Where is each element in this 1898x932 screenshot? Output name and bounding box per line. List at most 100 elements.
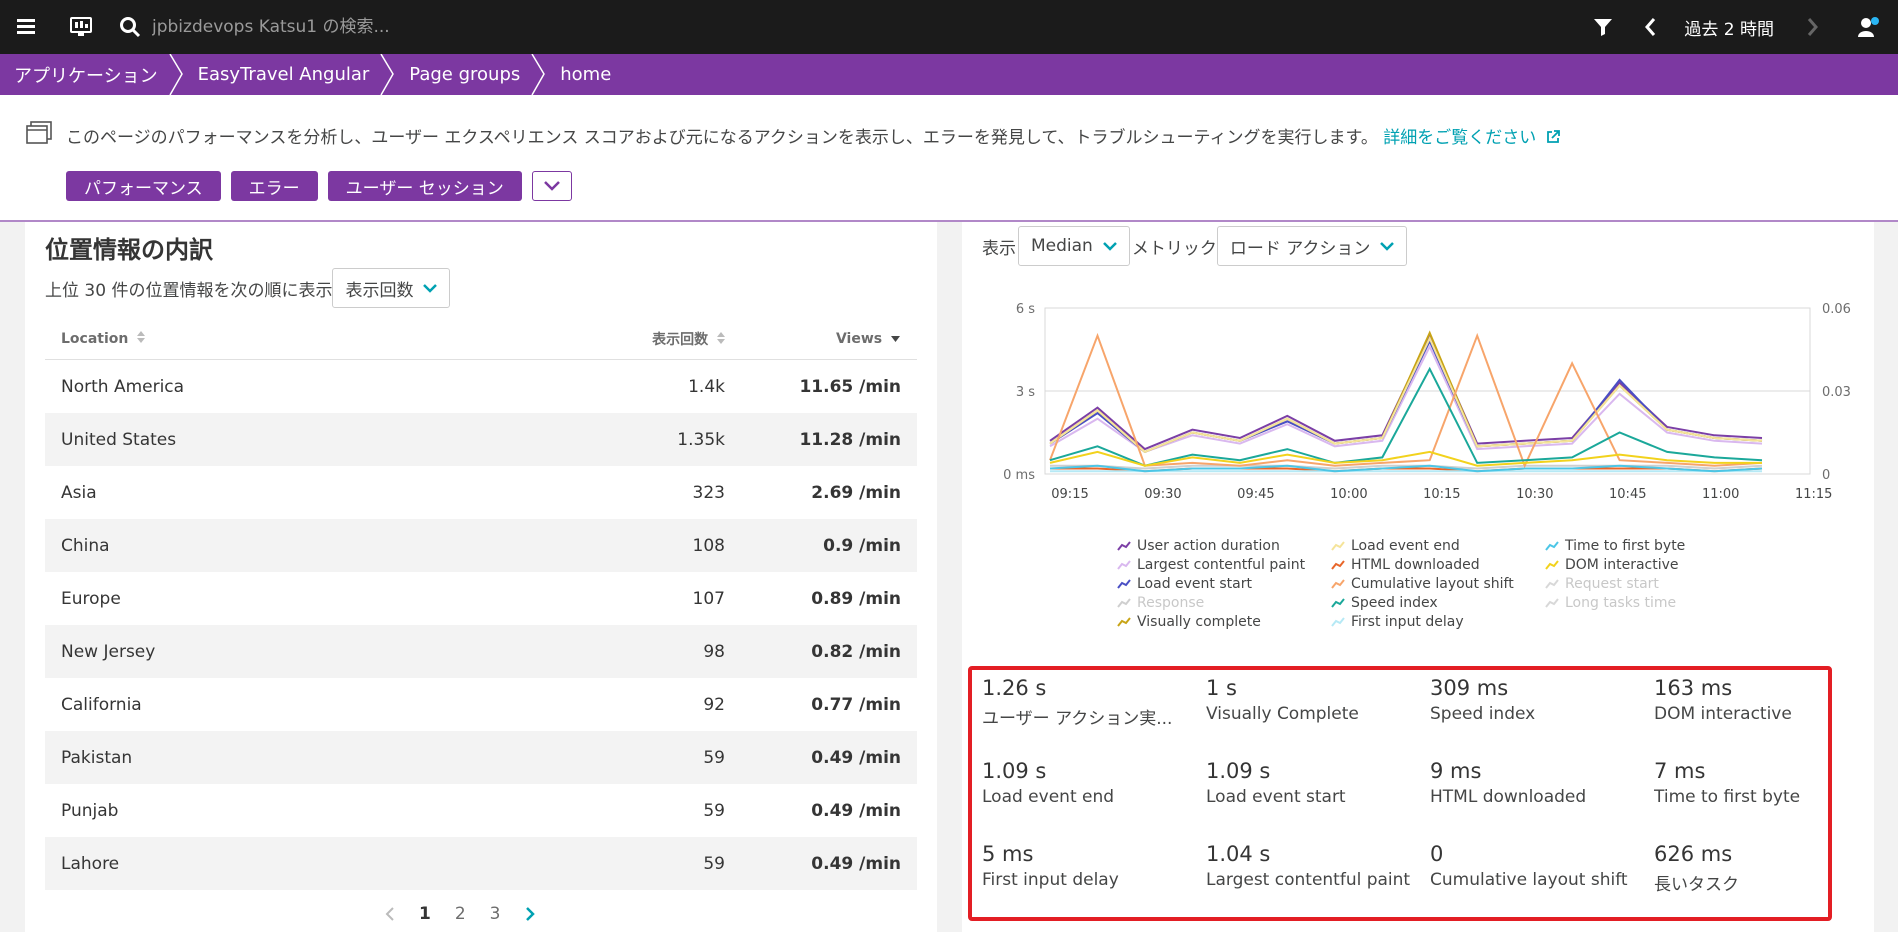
tab-bar: パフォーマンス エラー ユーザー セッション bbox=[66, 171, 572, 201]
chevron-right-icon[interactable] bbox=[525, 906, 535, 922]
legend-item[interactable]: Visually complete bbox=[1117, 612, 1331, 631]
pagination: 1 2 3 bbox=[385, 904, 535, 924]
breadcrumb-item-applications[interactable]: アプリケーション bbox=[0, 54, 168, 95]
legend-swatch-icon bbox=[1117, 578, 1131, 589]
series-line bbox=[1049, 344, 1763, 454]
cell-views: 108 bbox=[692, 535, 725, 556]
external-link-icon[interactable] bbox=[1546, 130, 1560, 144]
chevron-down-icon bbox=[1102, 241, 1117, 251]
column-header-views-count[interactable]: 表示回数 bbox=[505, 329, 725, 349]
breadcrumb-separator-icon bbox=[168, 54, 183, 95]
chevron-left-icon[interactable] bbox=[385, 906, 395, 922]
breadcrumb-item-application[interactable]: EasyTravel Angular bbox=[184, 54, 380, 95]
column-header-location[interactable]: Location bbox=[45, 330, 505, 347]
aggregation-select[interactable]: Median bbox=[1018, 226, 1130, 266]
page-1[interactable]: 1 bbox=[419, 904, 431, 924]
cell-rate: 0.89 /min bbox=[811, 588, 901, 609]
search-icon[interactable] bbox=[108, 0, 152, 54]
legend-item[interactable]: First input delay bbox=[1331, 612, 1545, 631]
metric-tile[interactable]: 626 ms 長いタスク bbox=[1654, 842, 1874, 895]
metric-tile[interactable]: 1.26 s ユーザー アクション実... bbox=[982, 676, 1202, 729]
metric-tile[interactable]: 0 Cumulative layout shift bbox=[1430, 842, 1650, 890]
x-tick-label: 10:15 bbox=[1423, 487, 1460, 498]
table-row[interactable]: China 108 0.9 /min bbox=[45, 519, 917, 572]
filter-icon[interactable] bbox=[1576, 0, 1630, 54]
metric-tile[interactable]: 1.04 s Largest contentful paint bbox=[1206, 842, 1426, 890]
tab-performance[interactable]: パフォーマンス bbox=[66, 171, 221, 201]
table-row[interactable]: California 92 0.77 /min bbox=[45, 678, 917, 731]
learn-more-link[interactable]: 詳細をご覧ください bbox=[1383, 128, 1536, 148]
metric-tile[interactable]: 5 ms First input delay bbox=[982, 842, 1202, 890]
table-row[interactable]: North America 1.4k 11.65 /min bbox=[45, 360, 917, 413]
tab-user-sessions[interactable]: ユーザー セッション bbox=[327, 171, 522, 201]
table-row[interactable]: Lahore 59 0.49 /min bbox=[45, 837, 917, 890]
legend-label: Cumulative layout shift bbox=[1351, 575, 1514, 592]
metric-value: 1.26 s bbox=[982, 676, 1047, 700]
metric-value: 9 ms bbox=[1430, 759, 1482, 783]
legend-item[interactable]: Request start bbox=[1545, 574, 1759, 593]
page-2[interactable]: 2 bbox=[455, 904, 466, 924]
page-header: このページのパフォーマンスを分析し、ユーザー エクスペリエンス スコアおよび元に… bbox=[0, 95, 1898, 222]
legend-label: Speed index bbox=[1351, 594, 1438, 611]
metric-tile[interactable]: 163 ms DOM interactive bbox=[1654, 676, 1874, 724]
metric-tile[interactable]: 1.09 s Load event start bbox=[1206, 759, 1426, 807]
cell-rate: 0.49 /min bbox=[811, 853, 901, 874]
legend-swatch-icon bbox=[1331, 559, 1345, 570]
performance-chart[interactable]: 6 s 3 s 0 ms 0.06 0.03 0 09:15 09:30 09:45 10:00 1… bbox=[962, 298, 1874, 498]
y2-tick-label: 0.06 bbox=[1822, 302, 1851, 317]
legend-item[interactable]: Time to first byte bbox=[1545, 536, 1759, 555]
legend-item[interactable]: Cumulative layout shift bbox=[1331, 574, 1545, 593]
column-header-views-rate[interactable]: Views bbox=[725, 331, 917, 347]
x-tick-label: 10:00 bbox=[1330, 487, 1367, 498]
cell-location: Asia bbox=[61, 482, 97, 503]
cell-rate: 11.28 /min bbox=[799, 429, 901, 450]
legend-item[interactable]: User action duration bbox=[1117, 536, 1331, 555]
chevron-right-icon[interactable] bbox=[1788, 0, 1838, 54]
cell-views: 59 bbox=[703, 800, 725, 821]
sort-select[interactable]: 表示回数 bbox=[332, 268, 451, 308]
legend-item[interactable]: Largest contentful paint bbox=[1117, 555, 1331, 574]
more-tabs-button[interactable] bbox=[531, 171, 572, 201]
legend-item[interactable]: HTML downloaded bbox=[1331, 555, 1545, 574]
table-row[interactable]: United States 1.35k 11.28 /min bbox=[45, 413, 917, 466]
legend-item[interactable]: Load event end bbox=[1331, 536, 1545, 555]
metric-label: 長いタスク bbox=[1654, 875, 1739, 895]
page-3[interactable]: 3 bbox=[490, 904, 501, 924]
legend-item[interactable]: Speed index bbox=[1331, 593, 1545, 612]
table-row[interactable]: New Jersey 98 0.82 /min bbox=[45, 625, 917, 678]
metric-tile[interactable]: 309 ms Speed index bbox=[1430, 676, 1650, 724]
timeframe-selector[interactable]: 過去 2 時間 bbox=[1670, 15, 1788, 40]
tab-errors[interactable]: エラー bbox=[230, 171, 318, 201]
table-row[interactable]: Europe 107 0.89 /min bbox=[45, 572, 917, 625]
menu-icon[interactable] bbox=[0, 0, 54, 54]
series-line bbox=[1049, 338, 1763, 454]
cell-location: California bbox=[61, 694, 142, 715]
chevron-down-icon bbox=[423, 283, 438, 293]
cell-location: North America bbox=[61, 376, 185, 397]
legend-item[interactable]: DOM interactive bbox=[1545, 555, 1759, 574]
user-icon[interactable] bbox=[1838, 0, 1898, 54]
cell-rate: 0.82 /min bbox=[811, 641, 901, 662]
legend-swatch-icon bbox=[1117, 616, 1131, 627]
metric-tile[interactable]: 9 ms HTML downloaded bbox=[1430, 759, 1650, 807]
legend-item[interactable]: Long tasks time bbox=[1545, 593, 1759, 612]
legend-label: Visually complete bbox=[1137, 613, 1261, 630]
metric-tile[interactable]: 1 s Visually Complete bbox=[1206, 676, 1426, 724]
legend-swatch-icon bbox=[1545, 559, 1559, 570]
search-input[interactable] bbox=[152, 17, 852, 37]
metric-label: Cumulative layout shift bbox=[1430, 870, 1628, 890]
x-tick-label: 10:45 bbox=[1609, 487, 1646, 498]
metric-tile[interactable]: 7 ms Time to first byte bbox=[1654, 759, 1874, 807]
table-row[interactable]: Asia 323 2.69 /min bbox=[45, 466, 917, 519]
cell-location: Punjab bbox=[61, 800, 119, 821]
metric-select[interactable]: ロード アクション bbox=[1216, 226, 1408, 266]
table-row[interactable]: Punjab 59 0.49 /min bbox=[45, 784, 917, 837]
chevron-left-icon[interactable] bbox=[1630, 0, 1670, 54]
cell-views: 107 bbox=[692, 588, 725, 609]
breadcrumb-item-page-groups[interactable]: Page groups bbox=[395, 54, 530, 95]
table-row[interactable]: Pakistan 59 0.49 /min bbox=[45, 731, 917, 784]
legend-item[interactable]: Load event start bbox=[1117, 574, 1331, 593]
metric-tile[interactable]: 1.09 s Load event end bbox=[982, 759, 1202, 807]
legend-item[interactable]: Response bbox=[1117, 593, 1331, 612]
dashboard-icon[interactable] bbox=[54, 0, 108, 54]
